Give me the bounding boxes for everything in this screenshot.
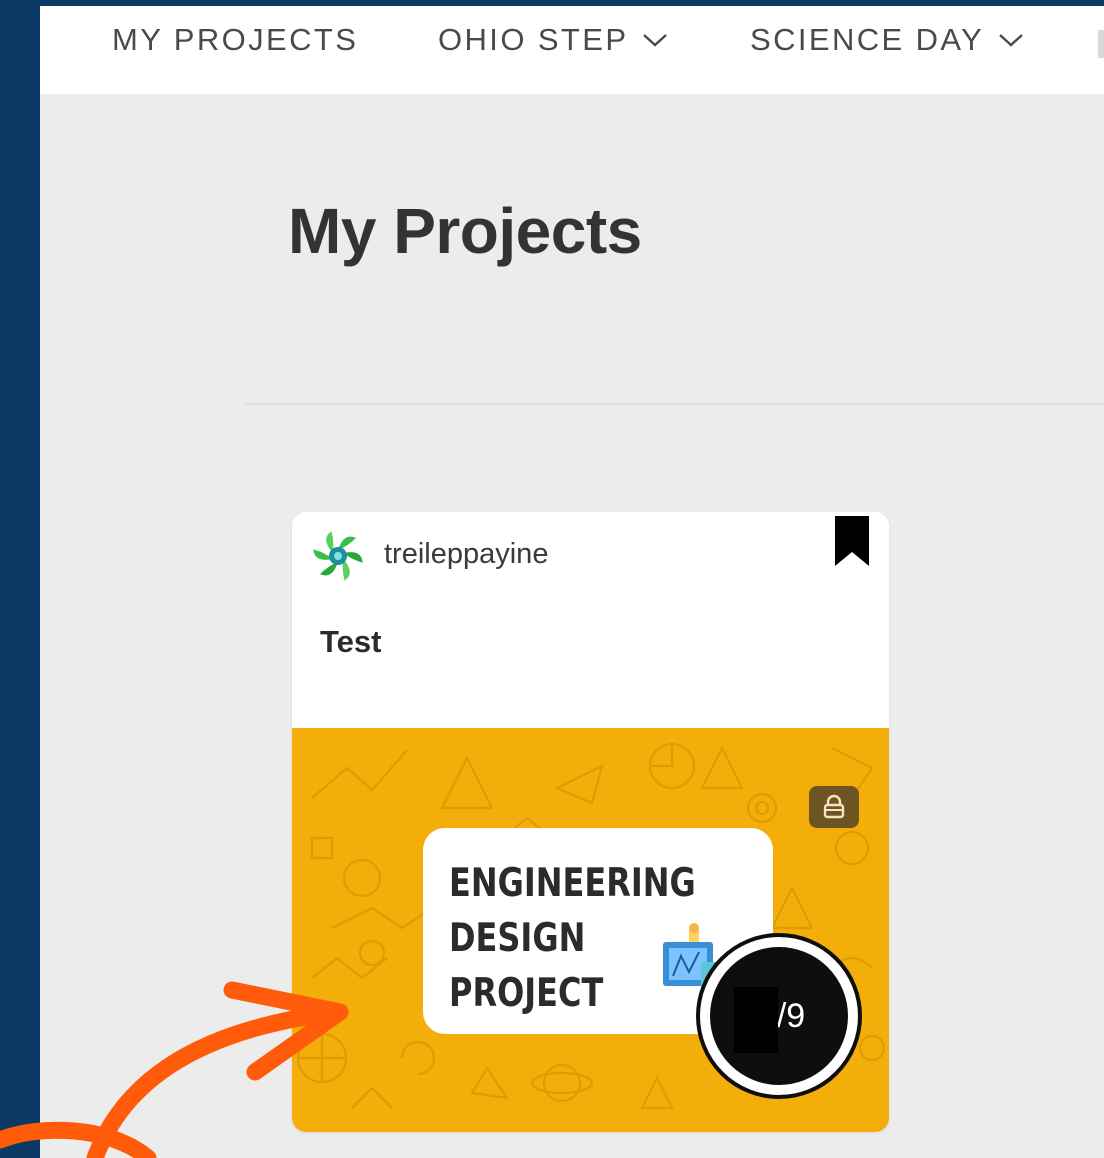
nav-item-cutoff <box>1098 30 1104 58</box>
green-pinwheel-icon <box>313 531 363 581</box>
project-card-header: treileppayine Test <box>292 512 889 728</box>
project-card[interactable]: treileppayine Test ENGINEERING DESIGN PR… <box>292 512 889 1132</box>
nav-item-label: SCIENCE DAY <box>750 22 985 57</box>
nav-item-science-day[interactable]: SCIENCE DAY <box>750 20 1024 60</box>
section-divider <box>245 403 1104 405</box>
nav-item-ohio-step[interactable]: OHIO STEP <box>438 20 668 60</box>
project-title: Test <box>320 624 382 659</box>
project-owner-username[interactable]: treileppayine <box>384 538 548 571</box>
top-navigation: MY PROJECTS OHIO STEP SCIENCE DAY <box>40 6 1104 94</box>
nav-item-label: MY PROJECTS <box>112 22 359 57</box>
project-cover[interactable]: ENGINEERING DESIGN PROJECT /9 <box>292 728 889 1132</box>
bookmark-filled-icon[interactable] <box>831 514 873 568</box>
nav-item-my-projects[interactable]: MY PROJECTS <box>112 20 358 60</box>
lock-icon <box>823 794 845 819</box>
chevron-down-icon <box>999 34 1024 47</box>
progress-label: /9 <box>776 996 806 1035</box>
progress-counter[interactable]: /9 <box>696 933 862 1099</box>
lock-badge <box>809 786 859 828</box>
app-frame: MY PROJECTS OHIO STEP SCIENCE DAY My Pro… <box>40 6 1104 1158</box>
chevron-down-icon <box>643 34 668 47</box>
nav-item-label: OHIO STEP <box>438 22 629 57</box>
redacted-value <box>734 987 778 1053</box>
page-title: My Projects <box>288 195 642 267</box>
